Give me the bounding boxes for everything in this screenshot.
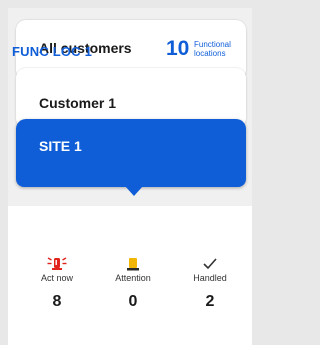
warning-light-icon (103, 255, 163, 271)
site-card[interactable]: SITE 1 (16, 119, 246, 187)
customer-label: Customer 1 (39, 95, 117, 111)
checkmark-icon (180, 255, 240, 271)
metric-label: Handled (193, 273, 227, 283)
functional-location-title[interactable]: FUNC LOC 1 (12, 44, 92, 59)
functional-location-count-label: Functional locations (194, 40, 231, 58)
site-pointer (125, 186, 143, 196)
metric-act-now[interactable]: Act now 8 (27, 255, 87, 311)
metric-value: 0 (128, 293, 138, 310)
metric-label: Attention (115, 273, 151, 283)
metric-handled[interactable]: Handled 2 (180, 255, 240, 311)
alarm-siren-icon (27, 255, 87, 271)
site-label: SITE 1 (39, 138, 82, 154)
metric-value: 2 (205, 293, 215, 310)
metric-label: Act now (40, 273, 73, 283)
metric-attention[interactable]: Attention 0 (103, 255, 163, 311)
functional-location-count: 10 (166, 37, 190, 60)
metric-value: 8 (52, 293, 62, 310)
